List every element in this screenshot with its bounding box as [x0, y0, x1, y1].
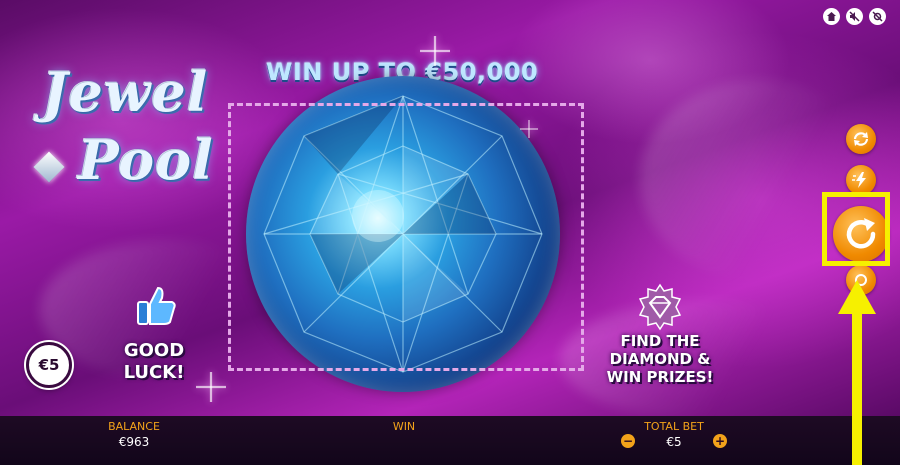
thumbs-up-icon [132, 282, 180, 330]
turbo-button[interactable] [846, 165, 876, 195]
logo-diamond-icon [33, 151, 65, 183]
win-label: WIN [392, 420, 416, 433]
find-diamond-text: FIND THE DIAMOND & WIN PRIZES! [606, 332, 714, 386]
autoplay-button[interactable] [846, 124, 876, 154]
increase-bet-button[interactable]: + [713, 434, 727, 448]
sound-off-icon[interactable] [846, 8, 863, 25]
logo-word-jewel: Jewel [42, 60, 209, 124]
sparkle-decoration [420, 36, 450, 66]
pointer-arrow-head [838, 280, 876, 314]
pointer-arrow-shaft [852, 312, 862, 465]
autoplay-icon [853, 132, 869, 146]
balance-label: BALANCE [108, 420, 160, 433]
game-logo: Jewel Pool [20, 60, 220, 200]
diamond-badge-icon [636, 283, 684, 331]
settings-off-icon[interactable] [869, 8, 886, 25]
turbo-icon [852, 172, 866, 188]
play-button-highlight [822, 192, 890, 266]
game-stage: Jewel Pool WIN UP TO €50,000 €5 GOOD LUC… [0, 0, 900, 416]
logo-word-pool: Pool [78, 128, 214, 192]
bottom-bar: BALANCE €963 WIN TOTAL BET − €5 + [0, 416, 900, 465]
scratch-area-frame [228, 103, 584, 371]
home-icon[interactable] [823, 8, 840, 25]
sparkle-decoration [520, 120, 538, 138]
balance-value: €963 [118, 435, 150, 449]
good-luck-text: GOOD LUCK! [123, 340, 185, 383]
bet-chip: €5 [26, 342, 72, 388]
total-bet-label: TOTAL BET [644, 420, 704, 433]
top-controls [823, 8, 886, 25]
total-bet-value: €5 [666, 435, 682, 449]
